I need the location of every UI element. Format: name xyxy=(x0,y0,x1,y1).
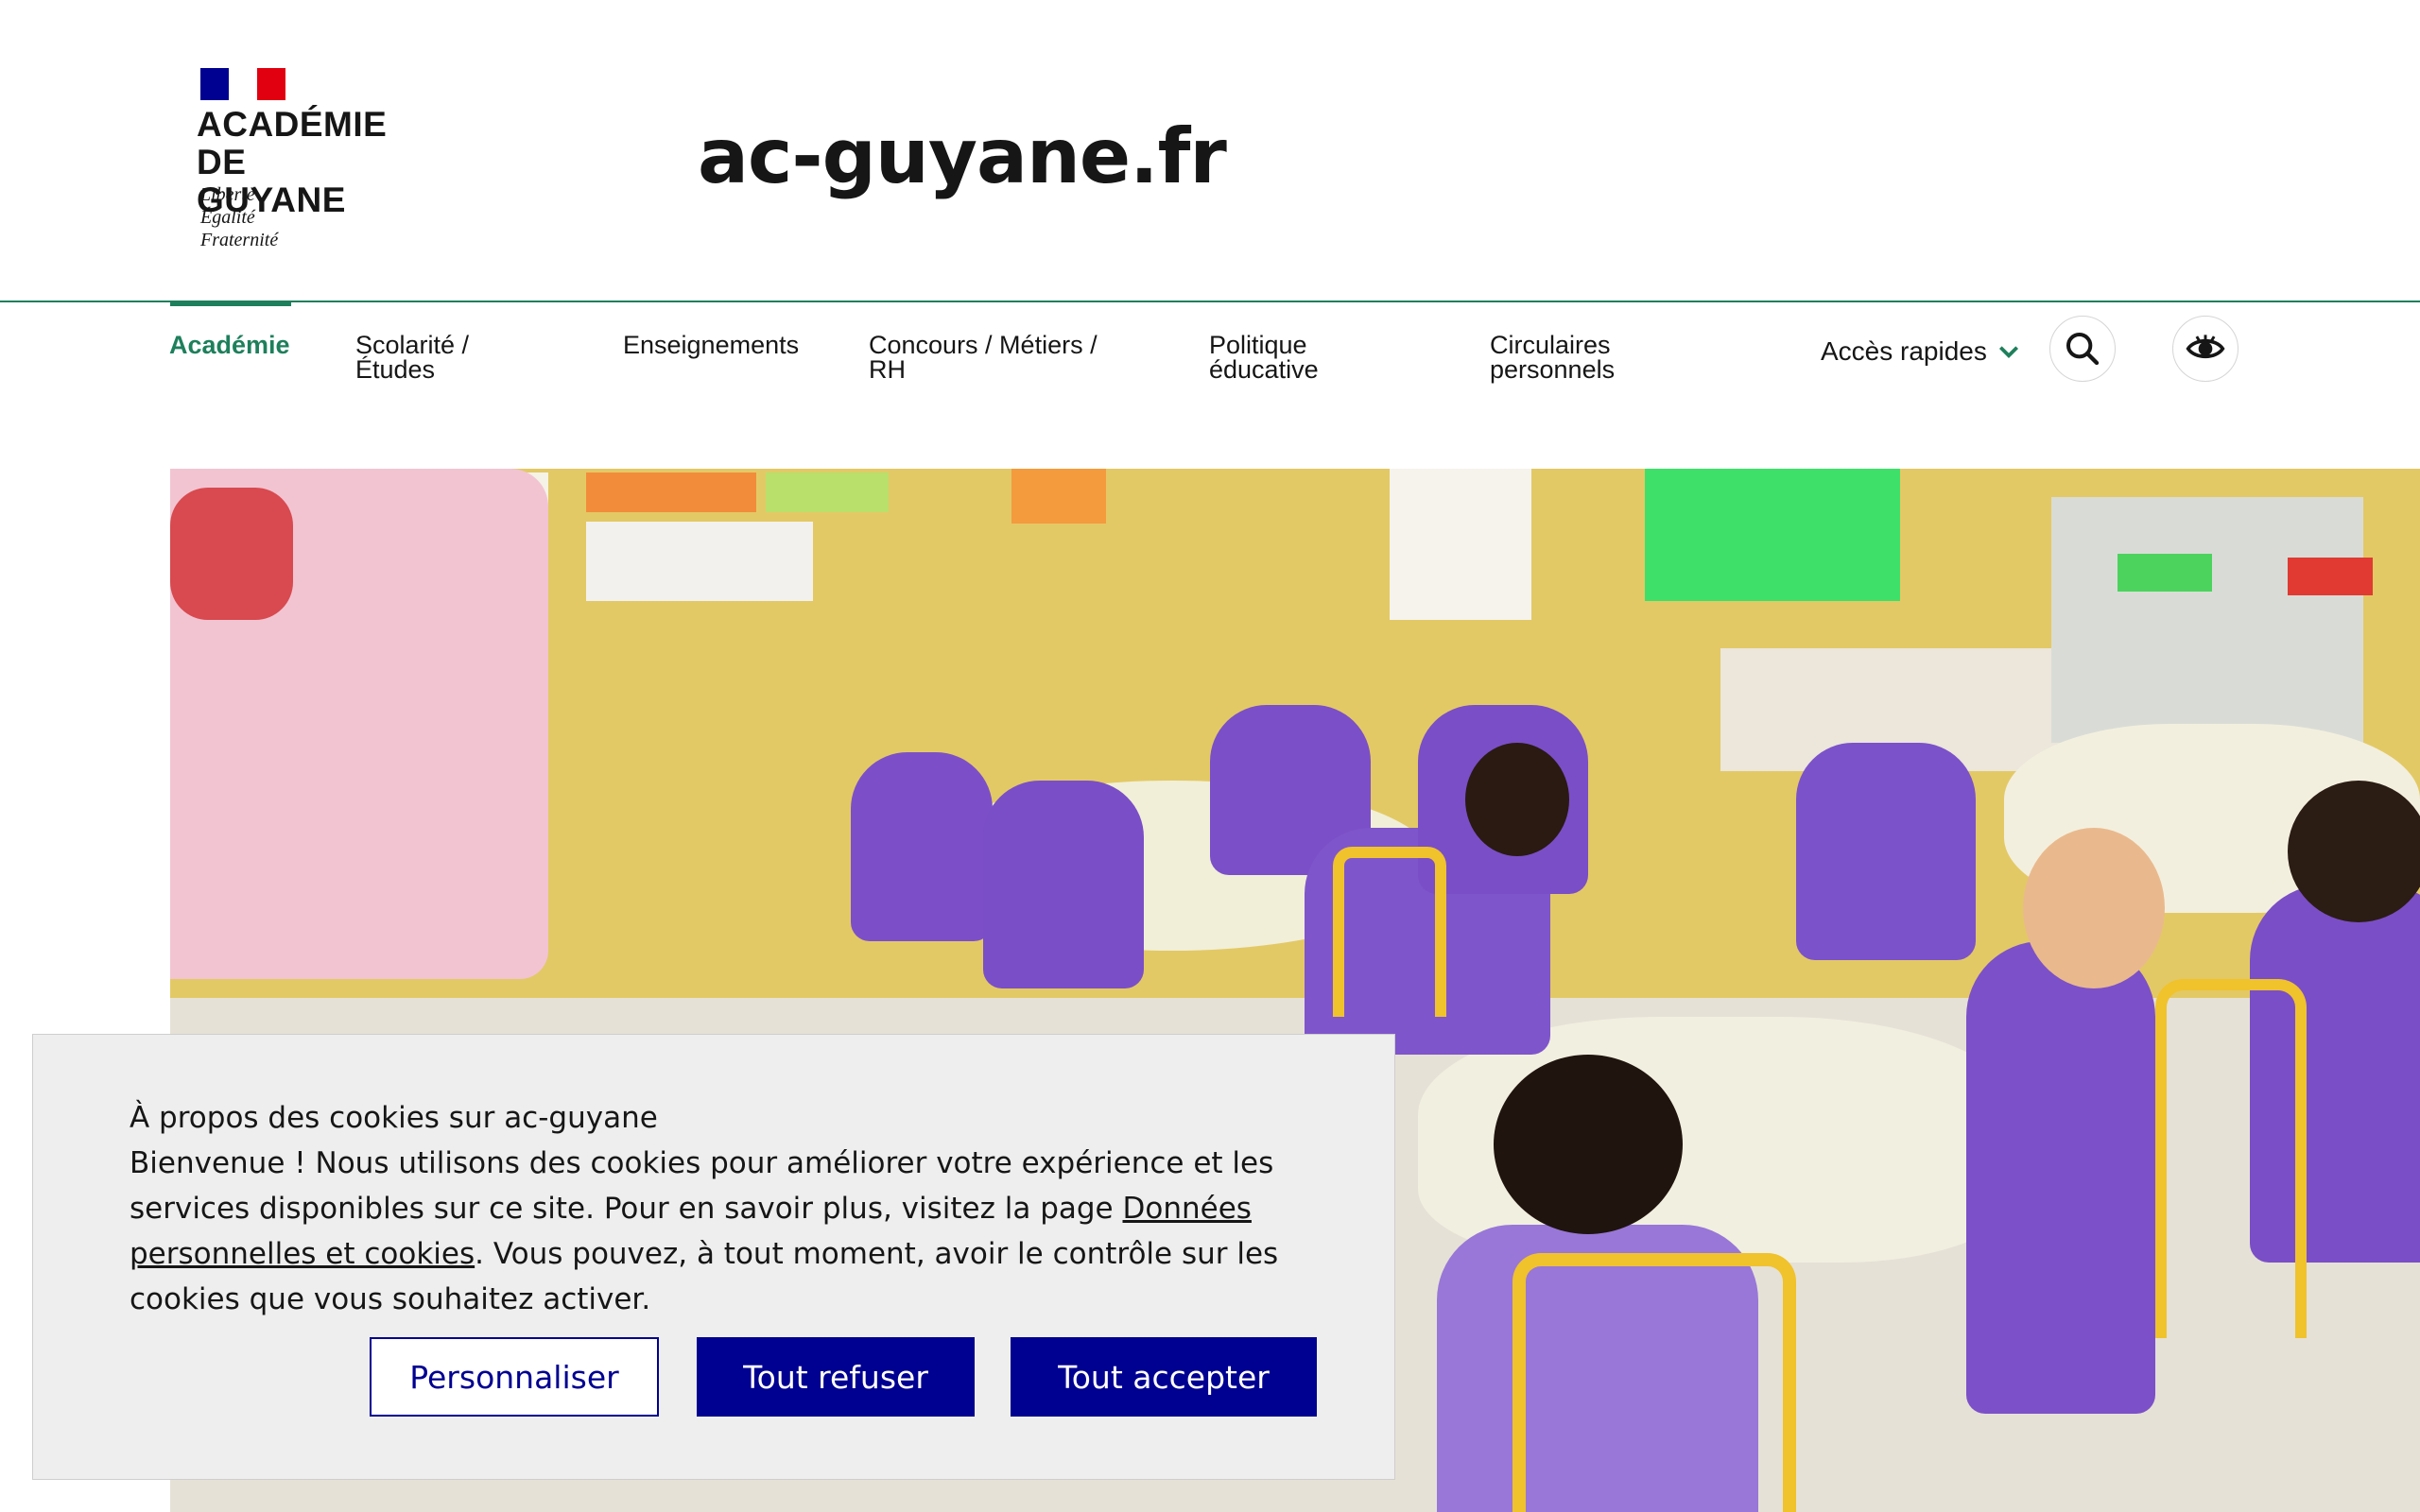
nav-active-indicator xyxy=(170,302,291,306)
nav-item-enseignements[interactable]: Enseignements xyxy=(623,333,799,358)
acces-rapides-label: Accès rapides xyxy=(1821,336,1987,366)
nav-item-circulaires[interactable]: Circulaires personnels xyxy=(1490,333,1615,383)
accept-all-button[interactable]: Tout accepter xyxy=(1011,1337,1317,1417)
academie-logo[interactable]: ACADÉMIE DE GUYANE Liberté Égalité Frate… xyxy=(197,66,405,255)
search-icon xyxy=(2066,333,2100,366)
cookie-banner: À propos des cookies sur ac-guyane Bienv… xyxy=(32,1034,1395,1480)
nav-item-concours[interactable]: Concours / Métiers / RH xyxy=(869,333,1098,383)
search-button[interactable] xyxy=(2049,316,2116,382)
site-header: ACADÉMIE DE GUYANE Liberté Égalité Frate… xyxy=(0,0,2420,302)
nav-item-politique[interactable]: Politique éducative xyxy=(1209,333,1319,383)
personalize-button[interactable]: Personnaliser xyxy=(370,1337,659,1417)
cookie-body-1: Bienvenue ! Nous utilisons des cookies p… xyxy=(130,1146,1274,1226)
chevron-down-icon xyxy=(1998,346,2018,359)
site-title[interactable]: ac-guyane.fr xyxy=(698,112,1227,202)
cookie-title: À propos des cookies sur ac-guyane xyxy=(130,1101,658,1135)
logo-motto: Liberté Égalité Fraternité xyxy=(200,184,279,250)
cookie-body: Bienvenue ! Nous utilisons des cookies p… xyxy=(130,1141,1340,1322)
cookie-text: À propos des cookies sur ac-guyane Bienv… xyxy=(130,1095,1340,1322)
refuse-all-button[interactable]: Tout refuser xyxy=(697,1337,975,1417)
main-nav: Académie Scolarité / Études Enseignement… xyxy=(0,302,2420,437)
accessibility-button[interactable] xyxy=(2172,316,2238,382)
nav-item-academie[interactable]: Académie xyxy=(169,333,290,358)
eye-icon xyxy=(2186,335,2225,359)
marianne-flag-icon xyxy=(200,68,285,100)
nav-item-scolarite[interactable]: Scolarité / Études xyxy=(355,333,469,383)
acces-rapides-dropdown[interactable]: Accès rapides xyxy=(1821,335,2021,369)
